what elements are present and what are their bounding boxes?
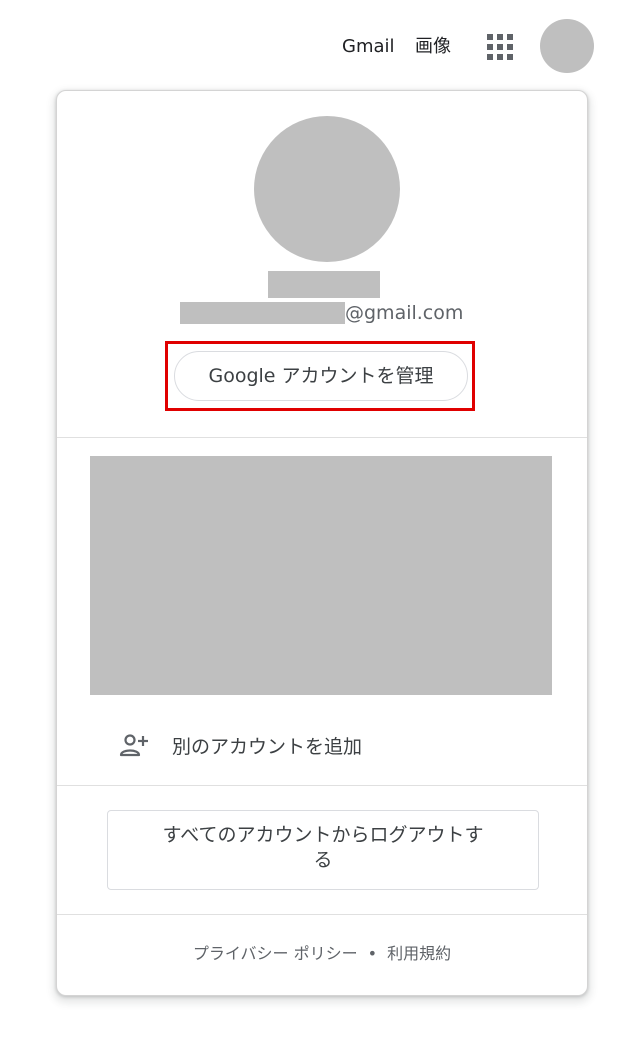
top-bar: Gmail 画像 [0, 0, 634, 92]
add-account-label: 別のアカウントを追加 [172, 736, 363, 758]
other-accounts-redacted [90, 456, 552, 695]
footer-separator: • [367, 944, 378, 963]
apps-grid-icon[interactable] [484, 31, 516, 63]
manage-account-button[interactable]: Google アカウントを管理 [174, 351, 468, 401]
add-account-item[interactable]: 別のアカウントを追加 [57, 711, 587, 785]
profile-avatar [254, 116, 400, 262]
terms-link[interactable]: 利用規約 [387, 944, 451, 963]
account-avatar-button[interactable] [540, 19, 594, 73]
account-name-redacted [268, 271, 380, 298]
divider [57, 437, 587, 438]
divider [57, 785, 587, 786]
account-panel: @gmail.com Google アカウントを管理 別のアカウントを追加 すべ… [56, 90, 588, 996]
email-username-redacted [180, 302, 345, 324]
gmail-link[interactable]: Gmail [342, 36, 395, 58]
images-link[interactable]: 画像 [415, 36, 451, 58]
email-domain: @gmail.com [345, 302, 464, 324]
person-add-icon [119, 734, 148, 757]
sign-out-all-button[interactable]: すべてのアカウントからログアウトする [107, 810, 539, 890]
privacy-policy-link[interactable]: プライバシー ポリシー [193, 944, 358, 963]
footer: プライバシー ポリシー • 利用規約 [57, 944, 587, 964]
divider [57, 914, 587, 915]
account-email: @gmail.com [180, 302, 463, 328]
